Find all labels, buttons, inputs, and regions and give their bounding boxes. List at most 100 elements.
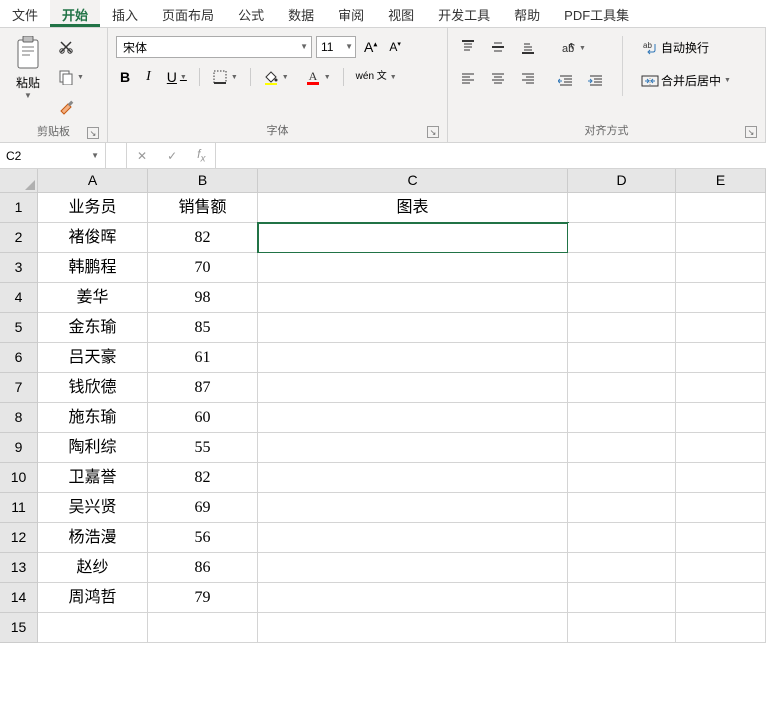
cell-E12[interactable]	[676, 523, 766, 553]
cell-D11[interactable]	[568, 493, 676, 523]
cell-C5[interactable]	[258, 313, 568, 343]
orientation-button[interactable]: ab▼	[554, 36, 608, 60]
cell-B3[interactable]: 70	[148, 253, 258, 283]
row-header-11[interactable]: 11	[0, 493, 38, 523]
cell-D4[interactable]	[568, 283, 676, 313]
cell-A11[interactable]: 吴兴贤	[38, 493, 148, 523]
cell-A5[interactable]: 金东瑜	[38, 313, 148, 343]
font-name-select[interactable]: ▼	[116, 36, 312, 58]
format-painter-button[interactable]	[54, 96, 88, 120]
cell-E10[interactable]	[676, 463, 766, 493]
wrap-text-button[interactable]: ab 自动换行	[637, 36, 735, 59]
cell-A2[interactable]: 褚俊晖	[38, 223, 148, 253]
menu-0[interactable]: 文件	[0, 0, 50, 27]
cell-E4[interactable]	[676, 283, 766, 313]
cell-B5[interactable]: 85	[148, 313, 258, 343]
accept-formula-button[interactable]: ✓	[157, 149, 187, 163]
row-header-6[interactable]: 6	[0, 343, 38, 373]
cell-C15[interactable]	[258, 613, 568, 643]
cell-A12[interactable]: 杨浩漫	[38, 523, 148, 553]
cell-B14[interactable]: 79	[148, 583, 258, 613]
align-bottom-button[interactable]	[516, 36, 540, 58]
cell-D3[interactable]	[568, 253, 676, 283]
dialog-launcher-icon[interactable]: ↘	[745, 126, 757, 138]
row-header-13[interactable]: 13	[0, 553, 38, 583]
cell-B13[interactable]: 86	[148, 553, 258, 583]
align-center-button[interactable]	[486, 68, 510, 90]
row-header-9[interactable]: 9	[0, 433, 38, 463]
cell-B4[interactable]: 98	[148, 283, 258, 313]
merge-center-button[interactable]: 合并后居中 ▼	[637, 69, 735, 92]
cell-D2[interactable]	[568, 223, 676, 253]
row-header-3[interactable]: 3	[0, 253, 38, 283]
menu-9[interactable]: 帮助	[502, 0, 552, 27]
fx-button[interactable]: fx	[187, 147, 215, 164]
cell-E7[interactable]	[676, 373, 766, 403]
fill-color-button[interactable]: ▼	[259, 66, 293, 88]
cell-E13[interactable]	[676, 553, 766, 583]
cell-E6[interactable]	[676, 343, 766, 373]
cell-B6[interactable]: 61	[148, 343, 258, 373]
cell-C4[interactable]	[258, 283, 568, 313]
cell-B7[interactable]: 87	[148, 373, 258, 403]
cancel-formula-button[interactable]: ✕	[127, 149, 157, 163]
col-header-E[interactable]: E	[676, 169, 766, 193]
row-header-7[interactable]: 7	[0, 373, 38, 403]
row-header-1[interactable]: 1	[0, 193, 38, 223]
cell-C10[interactable]	[258, 463, 568, 493]
menu-2[interactable]: 插入	[100, 0, 150, 27]
italic-button[interactable]: I	[142, 66, 155, 88]
menu-1[interactable]: 开始	[50, 0, 100, 27]
copy-button[interactable]: ▼	[54, 66, 88, 88]
cell-B12[interactable]: 56	[148, 523, 258, 553]
cut-button[interactable]	[54, 36, 88, 58]
cell-D5[interactable]	[568, 313, 676, 343]
cell-E1[interactable]	[676, 193, 766, 223]
phonetic-button[interactable]: wén 文▼	[352, 69, 401, 85]
align-top-button[interactable]	[456, 36, 480, 58]
dialog-launcher-icon[interactable]: ↘	[87, 127, 99, 139]
cell-D8[interactable]	[568, 403, 676, 433]
cell-A9[interactable]: 陶利综	[38, 433, 148, 463]
row-header-12[interactable]: 12	[0, 523, 38, 553]
increase-font-button[interactable]: A▴	[360, 36, 381, 58]
cell-B2[interactable]: 82	[148, 223, 258, 253]
menu-10[interactable]: PDF工具集	[552, 0, 641, 27]
cell-D15[interactable]	[568, 613, 676, 643]
cell-E3[interactable]	[676, 253, 766, 283]
cell-C8[interactable]	[258, 403, 568, 433]
col-header-C[interactable]: C	[258, 169, 568, 193]
row-header-2[interactable]: 2	[0, 223, 38, 253]
align-middle-button[interactable]	[486, 36, 510, 58]
dialog-launcher-icon[interactable]: ↘	[427, 126, 439, 138]
select-all-button[interactable]	[0, 169, 38, 193]
cell-A13[interactable]: 赵纱	[38, 553, 148, 583]
cell-B15[interactable]	[148, 613, 258, 643]
col-header-D[interactable]: D	[568, 169, 676, 193]
cell-C14[interactable]	[258, 583, 568, 613]
cell-E5[interactable]	[676, 313, 766, 343]
underline-button[interactable]: U▼	[163, 66, 191, 88]
row-header-14[interactable]: 14	[0, 583, 38, 613]
border-button[interactable]: ▼	[208, 66, 242, 88]
cell-A4[interactable]: 姜华	[38, 283, 148, 313]
cell-E11[interactable]	[676, 493, 766, 523]
cell-E2[interactable]	[676, 223, 766, 253]
cell-D9[interactable]	[568, 433, 676, 463]
cell-A6[interactable]: 吕天豪	[38, 343, 148, 373]
cell-B11[interactable]: 69	[148, 493, 258, 523]
col-header-A[interactable]: A	[38, 169, 148, 193]
cell-D7[interactable]	[568, 373, 676, 403]
decrease-font-button[interactable]: A▾	[385, 37, 405, 57]
menu-4[interactable]: 公式	[226, 0, 276, 27]
cell-B1[interactable]: 销售额	[148, 193, 258, 223]
cell-C11[interactable]	[258, 493, 568, 523]
cell-C12[interactable]	[258, 523, 568, 553]
cell-A10[interactable]: 卫嘉誉	[38, 463, 148, 493]
cell-A15[interactable]	[38, 613, 148, 643]
cell-A3[interactable]: 韩鹏程	[38, 253, 148, 283]
name-box[interactable]: ▼	[0, 143, 106, 168]
cell-B8[interactable]: 60	[148, 403, 258, 433]
cell-D14[interactable]	[568, 583, 676, 613]
paste-button[interactable]: 粘贴 ▼	[8, 32, 48, 104]
